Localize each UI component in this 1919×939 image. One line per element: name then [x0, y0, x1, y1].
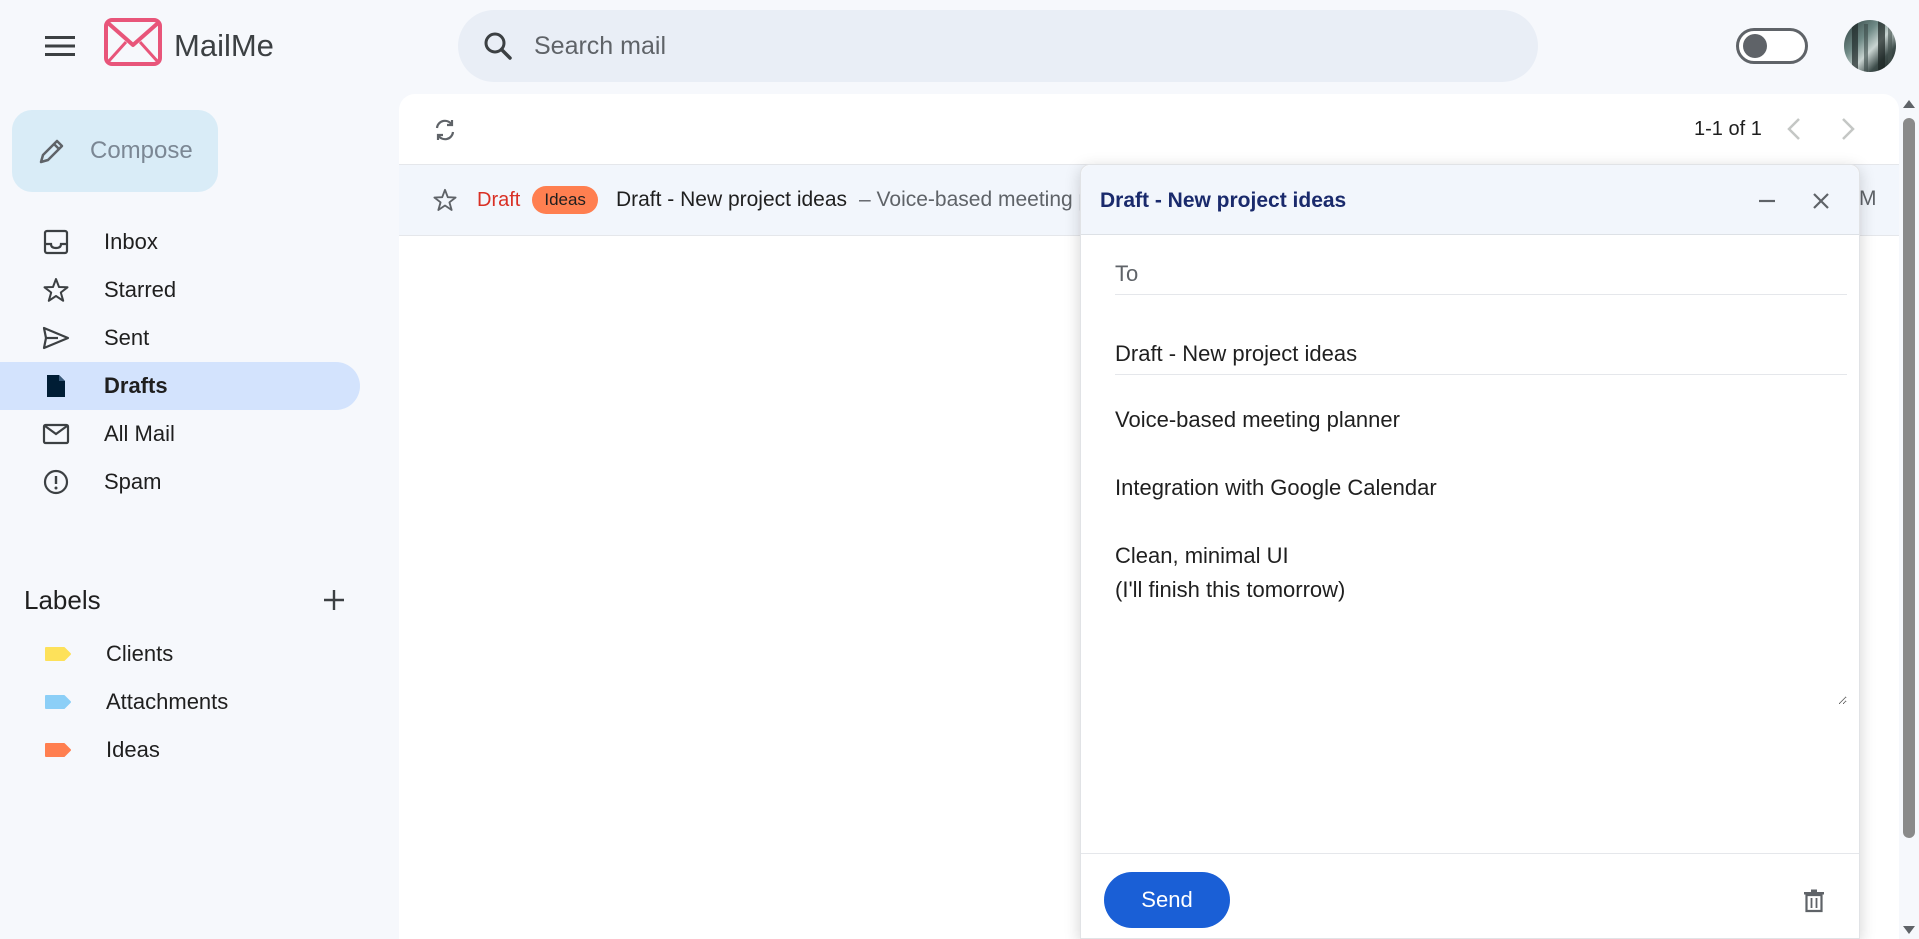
pencil-icon — [34, 133, 70, 169]
label-badge: Ideas — [532, 186, 598, 214]
mail-time: M — [1859, 187, 1877, 210]
sidebar-item-label: Drafts — [104, 373, 168, 398]
draft-file-icon — [42, 372, 70, 400]
inbox-icon — [42, 228, 70, 256]
sidebar-item-label: Sent — [104, 325, 150, 350]
theme-toggle[interactable] — [1736, 28, 1808, 64]
next-page-button[interactable] — [1831, 112, 1865, 146]
compose-window-footer: Send — [1081, 853, 1859, 939]
label-item-label: Clients — [106, 641, 174, 666]
compose-button[interactable]: Compose — [12, 110, 218, 192]
label-item-label: Ideas — [106, 737, 160, 762]
search-bar[interactable] — [458, 10, 1538, 82]
trash-icon — [1804, 889, 1824, 913]
search-input[interactable] — [534, 31, 1434, 61]
message-body-textarea[interactable]: Voice-based meeting planner Integration … — [1115, 403, 1847, 705]
send-icon — [42, 324, 70, 352]
star-icon — [42, 276, 70, 304]
app-header: MailMe — [0, 0, 1919, 92]
label-item-attachments[interactable]: Attachments — [0, 678, 360, 726]
sidebar-item-drafts[interactable]: Drafts — [0, 362, 360, 410]
sidebar-item-spam[interactable]: Spam — [0, 458, 360, 506]
labels-list: Clients Attachments Ideas — [0, 630, 360, 774]
user-avatar[interactable] — [1844, 20, 1896, 72]
pagination-text: 1-1 of 1 — [1694, 118, 1762, 140]
scroll-up-arrow-icon[interactable] — [1903, 100, 1915, 108]
to-field[interactable] — [1115, 253, 1847, 295]
compose-window-title: Draft - New project ideas — [1100, 189, 1347, 212]
sidebar-item-label: Starred — [104, 277, 177, 302]
subject-field[interactable] — [1115, 333, 1847, 375]
main-menu-button[interactable] — [36, 26, 84, 66]
close-icon — [1813, 193, 1829, 209]
scroll-down-arrow-icon[interactable] — [1903, 926, 1915, 934]
sidebar-item-inbox[interactable]: Inbox — [0, 218, 360, 266]
toggle-knob — [1743, 34, 1767, 58]
sidebar-item-starred[interactable]: Starred — [0, 266, 360, 314]
report-icon — [42, 468, 70, 496]
sidebar-nav: Inbox Starred Sent Drafts All Mail Spam — [0, 218, 360, 506]
search-icon[interactable] — [480, 28, 516, 64]
mail-icon — [42, 420, 70, 448]
refresh-icon — [435, 119, 455, 141]
avatar-photo — [1852, 20, 1892, 72]
sidebar-item-label: Inbox — [104, 229, 158, 254]
sidebar-item-label: Spam — [104, 469, 162, 494]
label-item-clients[interactable]: Clients — [0, 630, 360, 678]
label-tag-icon — [45, 743, 71, 757]
star-toggle-icon[interactable] — [429, 184, 461, 216]
plus-icon — [324, 590, 344, 610]
draft-compose-window: Draft - New project ideas Voice-based me… — [1080, 164, 1860, 939]
labels-title: Labels — [24, 584, 101, 615]
send-button[interactable]: Send — [1104, 872, 1230, 928]
minimize-button[interactable] — [1751, 185, 1783, 217]
scrollbar-thumb[interactable] — [1903, 118, 1915, 838]
labels-header: Labels — [24, 578, 354, 622]
sidebar-item-all-mail[interactable]: All Mail — [0, 410, 360, 458]
discard-draft-button[interactable] — [1799, 886, 1829, 916]
chevron-right-icon — [1842, 118, 1855, 140]
label-tag-icon — [45, 695, 71, 709]
label-item-label: Attachments — [106, 689, 229, 714]
close-button[interactable] — [1805, 185, 1837, 217]
chevron-left-icon — [1787, 118, 1800, 140]
sidebar-item-sent[interactable]: Sent — [0, 314, 360, 362]
add-label-button[interactable] — [318, 584, 350, 616]
label-tag-icon — [45, 647, 71, 661]
page-scrollbar[interactable] — [1899, 94, 1919, 939]
sidebar-item-label: All Mail — [104, 421, 175, 446]
mail-subject: Draft - New project ideas — [615, 188, 848, 211]
mailme-logo-icon — [104, 18, 162, 66]
refresh-button[interactable] — [429, 114, 461, 146]
previous-page-button[interactable] — [1777, 112, 1811, 146]
hamburger-menu-icon — [45, 36, 75, 56]
compose-label: Compose — [90, 137, 193, 164]
label-item-ideas[interactable]: Ideas — [0, 726, 360, 774]
compose-window-header[interactable]: Draft - New project ideas — [1081, 165, 1859, 235]
minimize-icon — [1759, 199, 1775, 203]
draft-status: Draft — [477, 188, 521, 211]
app-name: MailMe — [174, 28, 274, 63]
